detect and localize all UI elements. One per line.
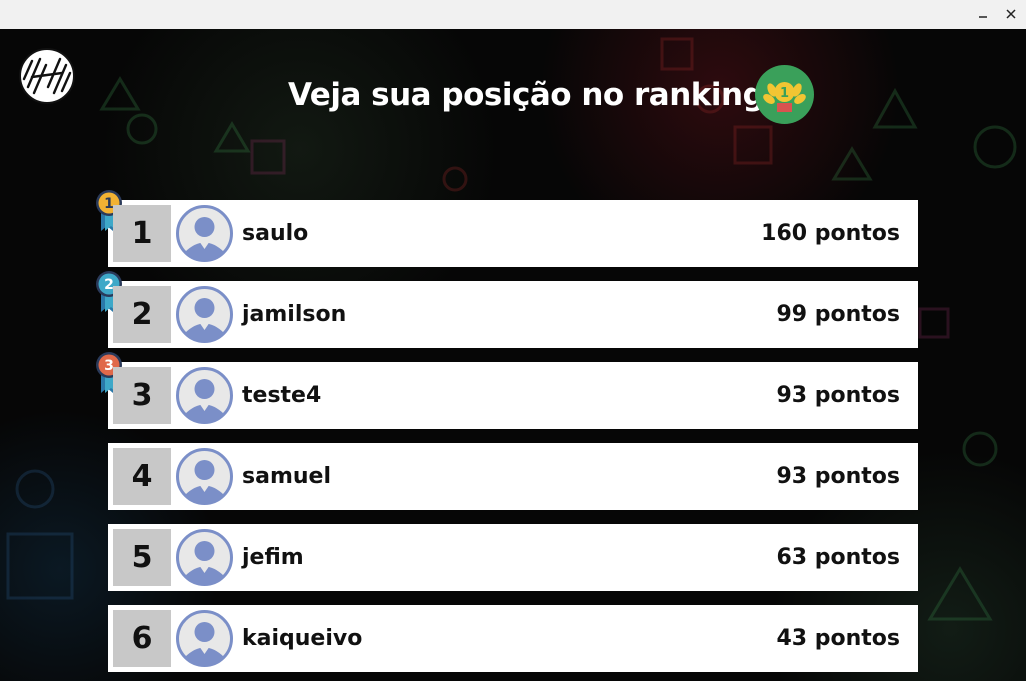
ranking-row[interactable]: 5 jefim 63 pontos bbox=[108, 524, 918, 591]
position-number: 3 bbox=[113, 367, 171, 424]
avatar-icon bbox=[176, 286, 233, 343]
trophy-laurel-icon: 1 bbox=[755, 65, 814, 124]
app-logo-icon bbox=[19, 48, 75, 104]
position-number: 1 bbox=[113, 205, 171, 262]
ranking-row[interactable]: 6 kaiqueivo 43 pontos bbox=[108, 605, 918, 672]
position-number: 2 bbox=[113, 286, 171, 343]
player-name: teste4 bbox=[242, 383, 322, 408]
svg-text:1: 1 bbox=[780, 86, 789, 101]
player-name: jefim bbox=[242, 545, 304, 570]
position-number: 5 bbox=[113, 529, 171, 586]
player-score: 93 pontos bbox=[776, 383, 900, 408]
position-number: 4 bbox=[113, 448, 171, 505]
avatar-icon bbox=[176, 529, 233, 586]
player-name: kaiqueivo bbox=[242, 626, 363, 651]
ranking-row[interactable]: 4 samuel 93 pontos bbox=[108, 443, 918, 510]
ranking-row[interactable]: 3 3 teste4 93 pontos bbox=[96, 352, 918, 429]
player-score: 63 pontos bbox=[776, 545, 900, 570]
page-title: Veja sua posição no ranking bbox=[288, 77, 765, 113]
avatar-icon bbox=[176, 610, 233, 667]
player-name: saulo bbox=[242, 221, 309, 246]
player-score: 43 pontos bbox=[776, 626, 900, 651]
player-score: 93 pontos bbox=[776, 464, 900, 489]
player-score: 160 pontos bbox=[761, 221, 900, 246]
ranking-list: 1 1 saulo 160 pontos 2 2 jamilson 99 pon… bbox=[96, 190, 918, 681]
avatar-icon bbox=[176, 205, 233, 262]
player-name: jamilson bbox=[242, 302, 347, 327]
player-name: samuel bbox=[242, 464, 331, 489]
ranking-screen: Veja sua posição no ranking 1 1 1 saulo … bbox=[0, 29, 1026, 681]
minimize-icon[interactable] bbox=[972, 4, 994, 24]
window-titlebar bbox=[0, 0, 1026, 29]
ranking-row[interactable]: 2 2 jamilson 99 pontos bbox=[96, 271, 918, 348]
ranking-row[interactable]: 1 1 saulo 160 pontos bbox=[96, 190, 918, 267]
close-icon[interactable] bbox=[1000, 4, 1022, 24]
avatar-icon bbox=[176, 448, 233, 505]
avatar-icon bbox=[176, 367, 233, 424]
player-score: 99 pontos bbox=[776, 302, 900, 327]
position-number: 6 bbox=[113, 610, 171, 667]
